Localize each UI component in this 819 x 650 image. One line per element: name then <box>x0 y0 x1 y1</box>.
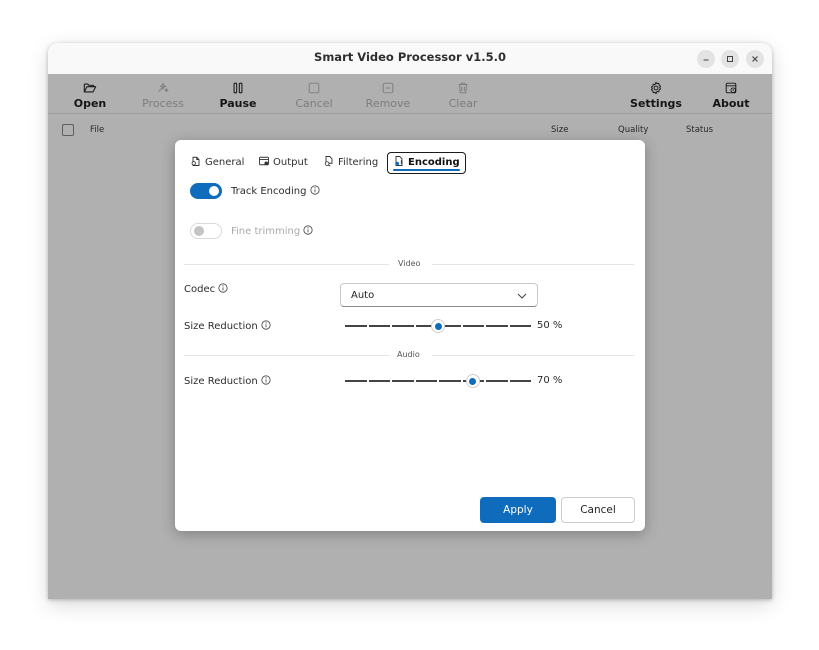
codec-dropdown[interactable]: Auto <box>340 283 538 307</box>
slider-track-segment <box>509 325 531 327</box>
slider-thumb-dot <box>434 322 442 330</box>
output-icon <box>259 156 269 166</box>
codec-text: Codec <box>184 284 216 295</box>
codec-label: Codec <box>184 283 228 295</box>
fine-trimming-text: Fine trimming <box>231 226 301 237</box>
video-size-reduction-label: Size Reduction <box>184 320 271 332</box>
minimize-button[interactable] <box>697 50 715 68</box>
slider-track-segment <box>486 380 508 382</box>
general-icon <box>191 156 200 166</box>
video-size-reduction-text: Size Reduction <box>184 321 258 332</box>
video-size-reduction-slider[interactable] <box>345 319 531 333</box>
audio-size-reduction-label: Size Reduction <box>184 375 271 387</box>
slider-track-segment <box>486 325 508 327</box>
close-button[interactable] <box>746 50 764 68</box>
tab-general[interactable]: General <box>190 152 244 174</box>
slider-track-segment <box>415 380 437 382</box>
toggle-knob <box>209 186 219 196</box>
video-size-reduction-value: 50 % <box>537 320 563 331</box>
slider-track-segment <box>392 325 414 327</box>
slider-thumb-dot <box>469 377 477 385</box>
track-encoding-toggle[interactable] <box>190 183 222 199</box>
divider-right <box>432 264 634 265</box>
audio-size-reduction-value: 70 % <box>537 375 563 386</box>
tab-output-label: Output <box>273 157 308 168</box>
tab-encoding-label: Encoding <box>408 157 460 168</box>
codec-value: Auto <box>351 290 375 301</box>
maximize-icon <box>727 56 733 62</box>
fine-trimming-label: Fine trimming <box>231 225 314 237</box>
filtering-icon <box>324 156 333 167</box>
minimize-icon <box>703 59 709 61</box>
title-bar: Smart Video Processor v1.5.0 <box>48 43 772 74</box>
divider-right <box>432 355 634 356</box>
track-encoding-text: Track Encoding <box>231 186 307 197</box>
close-icon <box>752 56 758 62</box>
audio-section-header: Audio <box>397 350 420 359</box>
video-section-header: Video <box>398 259 421 268</box>
info-icon[interactable] <box>303 225 314 235</box>
slider-track-segment <box>439 380 461 382</box>
encoding-icon <box>395 156 403 166</box>
active-tab-indicator <box>393 169 460 171</box>
tab-output[interactable]: Output <box>258 152 308 174</box>
tab-encoding[interactable]: Encoding <box>387 152 466 174</box>
divider-left <box>184 264 389 265</box>
tab-general-label: General <box>205 157 245 168</box>
slider-track-segment <box>509 380 531 382</box>
tab-filtering[interactable]: Filtering <box>323 152 378 174</box>
maximize-button[interactable] <box>721 50 739 68</box>
info-icon[interactable] <box>261 320 271 330</box>
cancel-button[interactable]: Cancel <box>561 497 635 523</box>
info-icon[interactable] <box>261 375 271 385</box>
track-encoding-label: Track Encoding <box>231 185 320 197</box>
apply-button[interactable]: Apply <box>480 497 556 523</box>
slider-thumb[interactable] <box>466 375 479 387</box>
audio-size-reduction-slider[interactable] <box>345 374 531 388</box>
slider-track-segment <box>368 325 390 327</box>
slider-track-segment <box>345 380 367 382</box>
audio-size-reduction-text: Size Reduction <box>184 376 258 387</box>
slider-track-segment <box>392 380 414 382</box>
settings-dialog: General Output Filtering Encoding Track … <box>175 140 645 531</box>
toggle-knob <box>194 226 204 236</box>
slider-track-segment <box>462 325 484 327</box>
info-icon[interactable] <box>310 185 320 195</box>
slider-thumb[interactable] <box>432 320 444 332</box>
info-icon[interactable] <box>218 283 228 293</box>
fine-trimming-toggle[interactable] <box>190 223 222 239</box>
chevron-down-icon <box>517 293 527 299</box>
window-title: Smart Video Processor v1.5.0 <box>314 50 506 64</box>
slider-track-segment <box>345 325 367 327</box>
slider-track-segment <box>368 380 390 382</box>
divider-left <box>184 355 389 356</box>
tab-filtering-label: Filtering <box>338 157 379 168</box>
